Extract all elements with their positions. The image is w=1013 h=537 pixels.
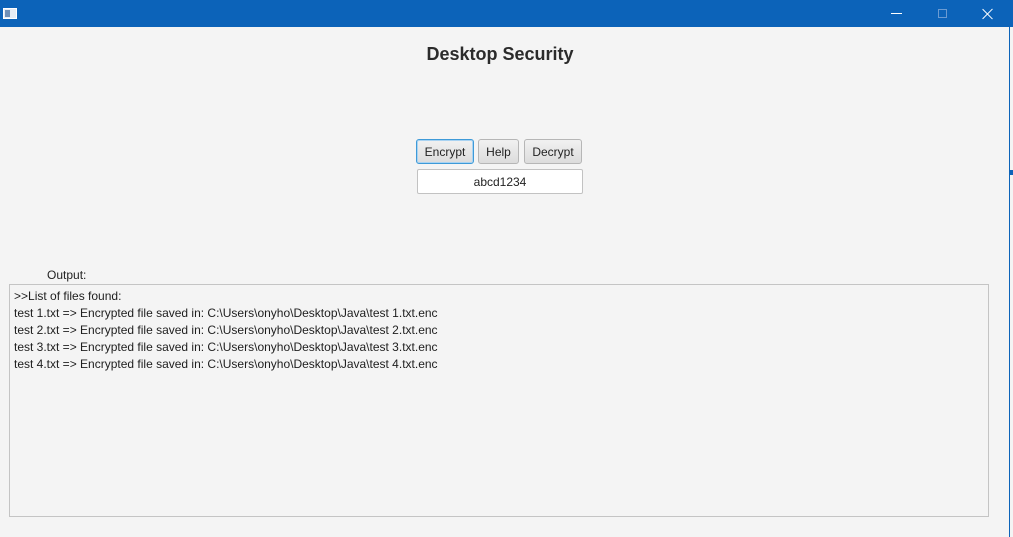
output-line: >>List of files found:	[14, 289, 122, 303]
output-line: test 4.txt => Encrypted file saved in: C…	[14, 357, 438, 371]
window-edge	[1009, 27, 1010, 537]
decrypt-button[interactable]: Decrypt	[524, 139, 582, 164]
output-line: test 1.txt => Encrypted file saved in: C…	[14, 306, 438, 320]
key-input[interactable]	[417, 169, 583, 194]
title-bar[interactable]	[0, 0, 1013, 27]
page-title: Desktop Security	[426, 44, 574, 64]
window-edge-notch	[1009, 170, 1013, 175]
minimize-icon	[890, 13, 902, 14]
maximize-button[interactable]	[919, 0, 965, 27]
close-button[interactable]	[965, 0, 1011, 27]
encrypt-button[interactable]: Encrypt	[416, 139, 474, 164]
help-button[interactable]: Help	[478, 139, 519, 164]
maximize-icon	[937, 9, 947, 18]
output-label: Output:	[47, 268, 87, 282]
output-textarea[interactable]: >>List of files found: test 1.txt => Enc…	[9, 284, 989, 517]
app-window: Desktop Security Encrypt Help Decrypt Ou…	[0, 0, 1013, 537]
output-line: test 3.txt => Encrypted file saved in: C…	[14, 340, 438, 354]
close-icon	[982, 8, 994, 20]
minimize-button[interactable]	[873, 0, 919, 27]
app-window-icon[interactable]	[3, 8, 17, 19]
output-line: test 2.txt => Encrypted file saved in: C…	[14, 323, 438, 337]
